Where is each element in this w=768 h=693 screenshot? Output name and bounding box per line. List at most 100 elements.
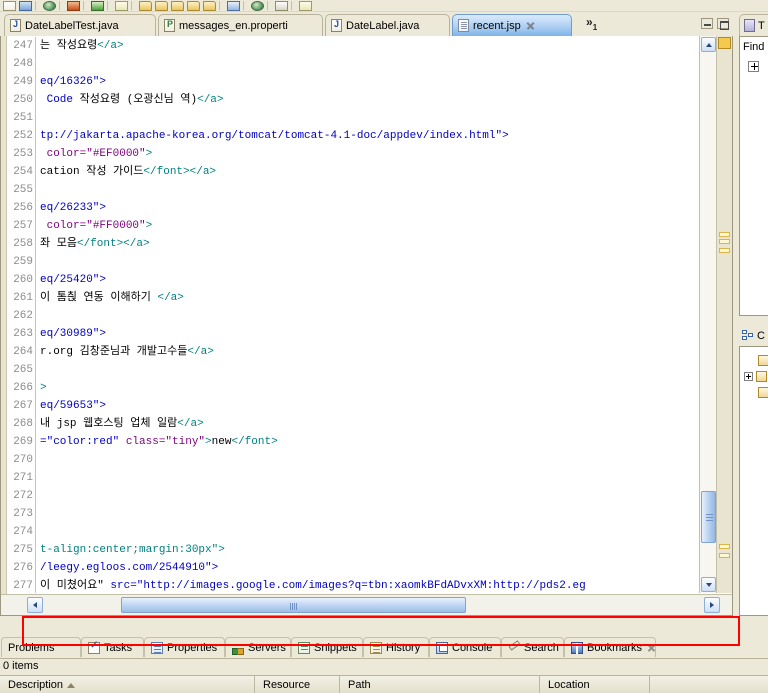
code-line[interactable]: 257 color="#FF0000"> xyxy=(8,217,698,235)
folder3-icon[interactable] xyxy=(171,0,184,11)
search-toolbar-icon[interactable] xyxy=(299,0,312,11)
code-line[interactable]: 249 eq/16326"> xyxy=(8,73,698,91)
right-lower-view-body[interactable] xyxy=(739,346,768,616)
debug-icon[interactable] xyxy=(67,0,80,11)
scroll-down-arrow-icon[interactable] xyxy=(701,577,716,592)
editor-overview-ruler[interactable] xyxy=(716,36,732,593)
overview-marker[interactable] xyxy=(719,232,730,237)
bottom-tab-snippets[interactable]: Snippets xyxy=(291,637,363,657)
tree-node[interactable] xyxy=(758,353,768,367)
code-line[interactable]: 270 xyxy=(8,451,698,469)
scroll-left-arrow-icon[interactable] xyxy=(27,597,43,613)
tree-node[interactable] xyxy=(744,369,767,383)
code-editor[interactable]: 247 는 작성요령</a> 248 249 eq/16326"> 250 Code 작성… xyxy=(0,36,733,616)
code-line[interactable]: 272 xyxy=(8,487,698,505)
properties-icon[interactable] xyxy=(275,0,288,11)
new-wizard-icon[interactable] xyxy=(19,0,32,11)
bottom-tab-problems[interactable]: Problems xyxy=(1,637,81,657)
editor-tab-messages[interactable]: messages_en.properti xyxy=(158,14,323,36)
editor-tab-label: recent.jsp xyxy=(473,19,521,32)
code-line[interactable]: 262 xyxy=(8,307,698,325)
scroll-up-arrow-icon[interactable] xyxy=(701,37,716,52)
overview-marker[interactable] xyxy=(719,248,730,253)
toolbar-separator xyxy=(83,1,88,10)
bottom-tab-history[interactable]: History xyxy=(363,637,429,657)
column-header-description[interactable]: Description xyxy=(0,676,255,693)
code-line[interactable]: 256 eq/26233"> xyxy=(8,199,698,217)
code-line[interactable]: 254 cation 작성 가이드</font></a> xyxy=(8,163,698,181)
code-line[interactable]: 255 xyxy=(8,181,698,199)
bottom-tab-search[interactable]: Search xyxy=(501,637,564,657)
editor-tab-datelabel[interactable]: DateLabel.java xyxy=(325,14,450,36)
code-line[interactable]: 273 xyxy=(8,505,698,523)
close-icon[interactable] xyxy=(525,20,536,31)
code-line[interactable]: 260 eq/25420"> xyxy=(8,271,698,289)
plus-expander-icon[interactable] xyxy=(744,371,753,381)
horizontal-scroll-thumb[interactable] xyxy=(121,597,466,613)
code-line[interactable]: 259 xyxy=(8,253,698,271)
editor-marker-bar xyxy=(1,36,7,615)
open-folder-icon[interactable] xyxy=(139,0,152,11)
bottom-tab-bookmarks[interactable]: Bookmarks xyxy=(564,637,656,657)
minimize-icon[interactable] xyxy=(701,18,713,29)
vertical-scroll-thumb[interactable] xyxy=(701,491,716,543)
code-line[interactable]: 258 좌 모음</font></a> xyxy=(8,235,698,253)
bottom-tab-tasks[interactable]: Tasks xyxy=(81,637,144,657)
quickfix-icon[interactable] xyxy=(187,0,200,11)
code-line[interactable]: 263 eq/30989"> xyxy=(8,325,698,343)
code-line[interactable]: 264 r.org 김창준님과 개발고수들</a> xyxy=(8,343,698,361)
editor-code-area[interactable]: 247 는 작성요령</a> 248 249 eq/16326"> 250 Code 작성… xyxy=(8,37,698,593)
code-line[interactable]: 250 Code 작성요령 (오광신님 역)</a> xyxy=(8,91,698,109)
line-separator xyxy=(35,55,40,73)
column-header-resource[interactable]: Resource xyxy=(255,676,340,693)
code-line[interactable]: 275 t-align:center;margin:30px"> xyxy=(8,541,698,559)
code-line[interactable]: 248 xyxy=(8,55,698,73)
code-line[interactable]: 269 ="color:red" class="tiny">new</font> xyxy=(8,433,698,451)
maximize-icon[interactable] xyxy=(717,18,729,30)
code-line[interactable]: 274 xyxy=(8,523,698,541)
plus-expander-icon[interactable] xyxy=(748,61,759,72)
folder4-icon[interactable] xyxy=(203,0,216,11)
code-line[interactable]: 252 tp://jakarta.apache-korea.org/tomcat/… xyxy=(8,127,698,145)
editor-tab-recent-jsp[interactable]: recent.jsp xyxy=(452,14,572,36)
code-token: </a> xyxy=(187,346,214,358)
code-line[interactable]: 265 xyxy=(8,361,698,379)
editor-tab-overflow[interactable]: »1 xyxy=(586,15,597,32)
code-line[interactable]: 247 는 작성요령</a> xyxy=(8,37,698,55)
run-icon[interactable] xyxy=(227,0,240,11)
overview-marker[interactable] xyxy=(719,239,730,244)
close-icon[interactable] xyxy=(646,642,657,653)
bottom-tab-console[interactable]: Console xyxy=(429,637,501,657)
column-header-path[interactable]: Path xyxy=(340,676,540,693)
right-lower-view-tab[interactable]: C xyxy=(739,326,768,346)
editor-tab-datelabeltest[interactable]: DateLabelTest.java xyxy=(4,14,156,36)
code-line[interactable]: 271 xyxy=(8,469,698,487)
scroll-right-arrow-icon[interactable] xyxy=(704,597,720,613)
code-line[interactable]: 276/leegy.egloos.com/2544910"> xyxy=(8,559,698,577)
code-line[interactable]: 261 이 톰칁 연동 이해하기 </a> xyxy=(8,289,698,307)
right-view-body[interactable]: Find xyxy=(739,36,768,316)
new-file-icon[interactable] xyxy=(3,0,16,11)
code-line[interactable]: 251 xyxy=(8,109,698,127)
line-number: 263 xyxy=(13,328,33,340)
code-line[interactable]: 253 color="#EF0000"> xyxy=(8,145,698,163)
code-token: eq/30989"> xyxy=(40,328,107,340)
editor-horizontal-scrollbar[interactable] xyxy=(1,594,732,615)
overview-marker[interactable] xyxy=(719,553,730,558)
editor-vertical-scrollbar[interactable] xyxy=(699,36,716,593)
outline-icon[interactable] xyxy=(91,0,104,11)
bottom-tab-servers[interactable]: Servers xyxy=(225,637,291,657)
tree-node[interactable] xyxy=(758,385,768,399)
code-line[interactable]: 267 eq/59653"> xyxy=(8,397,698,415)
right-view-tab[interactable]: T xyxy=(739,14,768,36)
overview-marker[interactable] xyxy=(719,544,730,549)
bottom-tab-properties[interactable]: Properties xyxy=(144,637,225,657)
code-line[interactable]: 268 내 jsp 웹호스팅 업체 일람</a> xyxy=(8,415,698,433)
debug-perspective-icon[interactable] xyxy=(251,0,264,11)
code-line[interactable]: 266 > xyxy=(8,379,698,397)
column-header-location[interactable]: Location xyxy=(540,676,650,693)
folder2-icon[interactable] xyxy=(155,0,168,11)
edit-icon[interactable] xyxy=(115,0,128,11)
open-browser-icon[interactable] xyxy=(43,0,56,11)
code-line[interactable]: 277 이 미쳤어요" src="http://images.google.com… xyxy=(8,577,698,593)
